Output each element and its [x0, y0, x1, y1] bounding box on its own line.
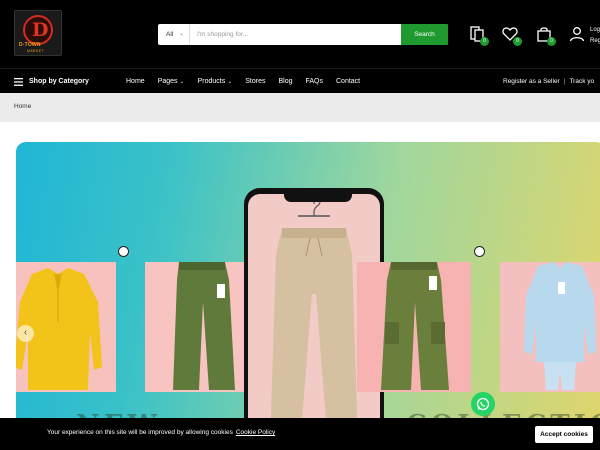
- accept-cookies-button[interactable]: Accept cookies: [535, 426, 593, 443]
- blue-kurta-image: [524, 262, 596, 390]
- search-input[interactable]: [192, 24, 402, 45]
- page: D D-TOWN MARKET All ⌄ Search 0 0: [0, 0, 600, 450]
- nav-item-label: Products: [197, 78, 226, 85]
- cookie-banner: Your experience on this site will be imp…: [0, 418, 600, 450]
- nav-item-contact[interactable]: Contact: [336, 78, 360, 85]
- login-link[interactable]: Log: [590, 25, 600, 36]
- wishlist-count-badge: 0: [513, 37, 522, 46]
- nav-item-label: Stores: [245, 78, 266, 85]
- nav-menu: Home Pages ⌄ Products ⌄ Stores Blog FAQs C…: [126, 69, 373, 94]
- site-header: D D-TOWN MARKET All ⌄ Search 0 0: [0, 0, 600, 68]
- nav-item-home[interactable]: Home: [126, 78, 145, 85]
- whatsapp-icon: [476, 397, 490, 411]
- phone-notch: [284, 194, 352, 202]
- cart-count-badge: 0: [547, 37, 556, 46]
- nav-item-label: Pages: [157, 78, 178, 85]
- search-bar: All ⌄ Search: [158, 24, 448, 45]
- olive-cargo-image: [381, 262, 449, 390]
- register-link[interactable]: Reg: [590, 36, 600, 47]
- nav-separator: |: [563, 78, 566, 85]
- chevron-down-icon: ⌄: [179, 79, 185, 85]
- account-button[interactable]: [569, 26, 585, 42]
- search-button[interactable]: Search: [401, 24, 448, 45]
- track-order-link[interactable]: Track yo: [569, 78, 594, 85]
- chevron-down-icon: ⌄: [179, 31, 185, 37]
- slider-prev-button[interactable]: ‹: [17, 325, 34, 342]
- nav-item-faqs[interactable]: FAQs: [305, 78, 323, 85]
- nav-item-products[interactable]: Products ⌄: [198, 78, 233, 85]
- product-card-olive-chinos[interactable]: [145, 262, 259, 392]
- logo-letter: D: [32, 19, 49, 41]
- nav-item-label: Home: [126, 78, 145, 85]
- chevron-down-icon: ⌄: [227, 79, 233, 85]
- user-icon: [569, 27, 585, 42]
- account-links[interactable]: Log Reg: [590, 25, 600, 47]
- nav-item-blog[interactable]: Blog: [278, 78, 292, 85]
- whatsapp-chat-button[interactable]: [471, 392, 495, 416]
- cookie-message-text: Your experience on this site will be imp…: [47, 429, 233, 436]
- logo-sub-text: MARKET: [27, 49, 44, 53]
- wishlist-heart-icon[interactable]: [118, 246, 129, 257]
- shop-by-category-label: Shop by Category: [29, 78, 89, 85]
- logo-brand-text: D-TOWN: [19, 42, 41, 48]
- register-seller-link[interactable]: Register as a Seller: [503, 78, 560, 85]
- shop-by-category-button[interactable]: Shop by Category: [14, 69, 89, 94]
- compare-button[interactable]: 0: [469, 26, 489, 46]
- nav-item-label: FAQs: [305, 78, 323, 85]
- product-card-olive-cargo[interactable]: [357, 262, 471, 392]
- breadcrumb: Home: [0, 93, 600, 122]
- nav-item-label: Blog: [278, 78, 293, 85]
- nav-secondary: Register as a Seller | Track yo: [503, 69, 594, 94]
- wishlist-heart-icon[interactable]: [474, 246, 485, 257]
- site-logo[interactable]: D D-TOWN MARKET: [14, 10, 62, 56]
- logo-emblem: D: [23, 15, 53, 45]
- olive-chinos-image: [173, 262, 235, 390]
- search-category-value: All: [166, 31, 174, 38]
- nav-item-label: Contact: [336, 78, 361, 85]
- nav-item-stores[interactable]: Stores: [245, 78, 265, 85]
- cart-button[interactable]: 0: [536, 26, 556, 46]
- compare-count-badge: 0: [480, 37, 489, 46]
- hero-banner[interactable]: NEW COLLECTIO: [16, 142, 600, 442]
- search-category-select[interactable]: All ⌄: [158, 24, 190, 45]
- product-card-blue-kurta[interactable]: [500, 262, 600, 392]
- menu-icon: [14, 77, 23, 86]
- cookie-message: Your experience on this site will be imp…: [47, 429, 275, 436]
- wishlist-button[interactable]: 0: [502, 26, 522, 46]
- cookie-policy-link[interactable]: Cookie Policy: [236, 429, 275, 436]
- main-nav: Shop by Category Home Pages ⌄ Products ⌄ S…: [0, 68, 600, 93]
- breadcrumb-home-link[interactable]: Home: [14, 103, 31, 110]
- nav-item-pages[interactable]: Pages ⌄: [158, 78, 185, 85]
